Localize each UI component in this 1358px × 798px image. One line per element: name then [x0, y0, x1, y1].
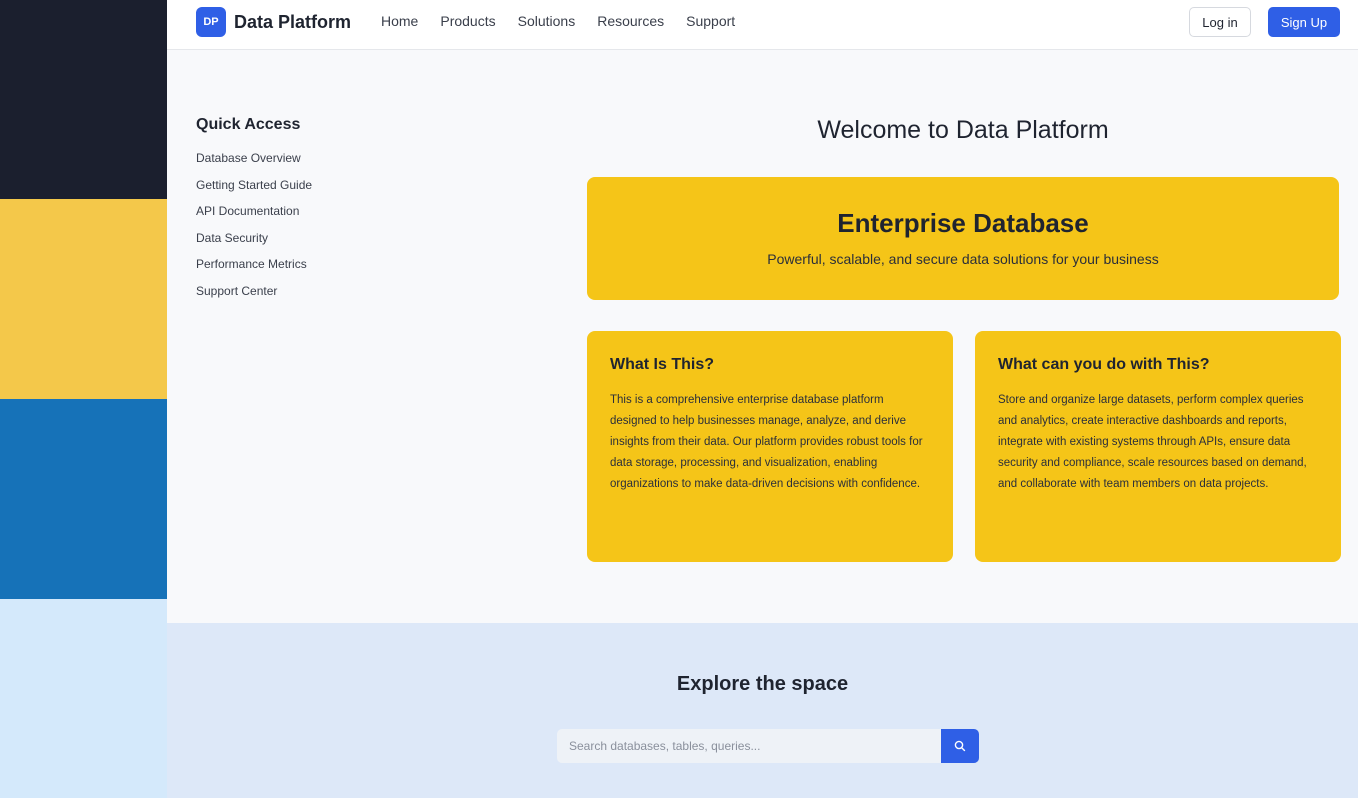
color-band-yellow [0, 199, 167, 399]
quick-link-api-docs[interactable]: API Documentation [196, 203, 436, 230]
hero-subtitle: Powerful, scalable, and secure data solu… [767, 251, 1159, 267]
nav-solutions[interactable]: Solutions [518, 13, 576, 29]
hero-title: Enterprise Database [837, 208, 1089, 238]
color-band-light-blue [0, 599, 167, 798]
main-area: DP Data Platform Home Products Solutions… [167, 0, 1358, 798]
quick-access: Quick Access Database Overview Getting S… [196, 116, 436, 309]
nav-support[interactable]: Support [686, 13, 735, 29]
hero-banner: Enterprise Database Powerful, scalable, … [587, 177, 1339, 300]
login-button[interactable]: Log in [1189, 7, 1251, 37]
explore-title: Explore the space [676, 673, 849, 695]
nav-products[interactable]: Products [440, 13, 495, 29]
logo[interactable]: DP Data Platform [196, 7, 351, 37]
search-button[interactable] [941, 729, 979, 763]
nav-home[interactable]: Home [381, 13, 418, 29]
card-title: What can you do with This? [998, 356, 1210, 373]
card-body: This is a comprehensive enterprise datab… [610, 394, 923, 490]
quick-link-data-security[interactable]: Data Security [196, 230, 436, 257]
welcome-title: Welcome to Data Platform [817, 116, 1109, 144]
quick-access-title: Quick Access [196, 116, 301, 133]
search-bar [557, 729, 979, 763]
info-card-what-can-you-do: What can you do with This? Store and org… [975, 331, 1341, 562]
color-strip [0, 0, 167, 798]
quick-link-database-overview[interactable]: Database Overview [196, 150, 436, 177]
signup-button[interactable]: Sign Up [1268, 7, 1340, 37]
explore-section: Explore the space [167, 623, 1358, 798]
nav-resources[interactable]: Resources [597, 13, 664, 29]
logo-text: Data Platform [234, 11, 352, 32]
logo-badge: DP [196, 7, 226, 37]
search-icon [954, 740, 966, 752]
card-title: What Is This? [610, 356, 714, 373]
color-band-dark [0, 0, 167, 199]
search-input[interactable] [557, 729, 941, 763]
main-nav: Home Products Solutions Resources Suppor… [381, 13, 735, 29]
color-band-blue [0, 399, 167, 599]
quick-link-support-center[interactable]: Support Center [196, 283, 436, 310]
top-navbar: DP Data Platform Home Products Solutions… [167, 0, 1358, 50]
quick-link-getting-started[interactable]: Getting Started Guide [196, 177, 436, 204]
quick-access-list: Database Overview Getting Started Guide … [196, 150, 436, 309]
page: DP Data Platform Home Products Solutions… [0, 0, 1358, 798]
info-card-what-is: What Is This? This is a comprehensive en… [587, 331, 953, 562]
card-body: Store and organize large datasets, perfo… [998, 394, 1307, 490]
quick-link-performance-metrics[interactable]: Performance Metrics [196, 256, 436, 283]
